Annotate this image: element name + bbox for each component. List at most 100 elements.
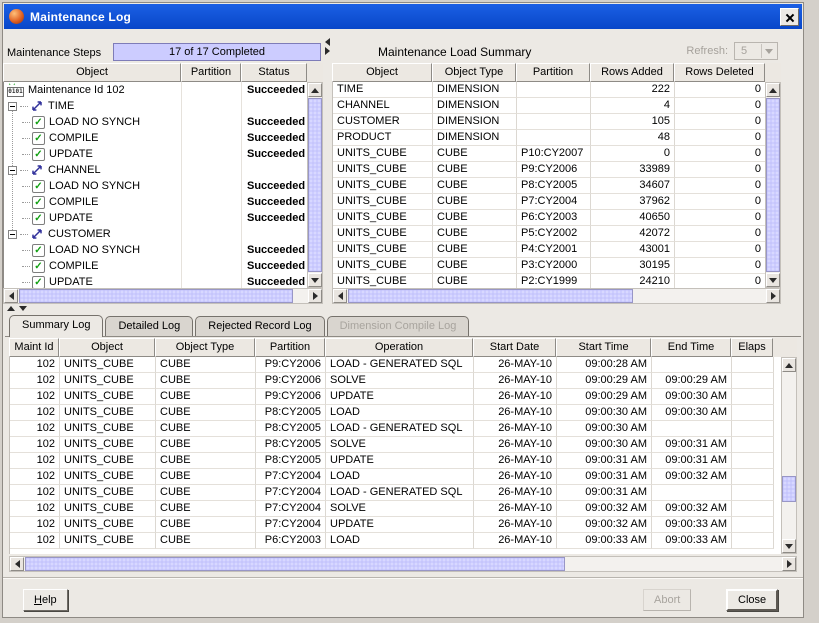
summary-table-row[interactable]: UNITS_CUBECUBEP9:CY2006339890 bbox=[333, 162, 765, 178]
cell bbox=[732, 533, 774, 549]
scroll-up-icon[interactable] bbox=[308, 83, 322, 97]
scrollbar-thumb[interactable] bbox=[766, 98, 780, 272]
summary-table-row[interactable]: UNITS_CUBECUBEP8:CY2005346070 bbox=[333, 178, 765, 194]
tree-row-customer[interactable]: CUSTOMER bbox=[4, 226, 307, 242]
splitter-collapse-up-icon[interactable] bbox=[7, 306, 15, 311]
column-header-maint-id[interactable]: Maint Id bbox=[9, 338, 59, 357]
log-table-row[interactable]: 102UNITS_CUBECUBEP8:CY2005LOAD26-MAY-100… bbox=[10, 405, 781, 421]
scrollbar-thumb[interactable] bbox=[308, 98, 322, 272]
column-header-end-time[interactable]: End Time bbox=[651, 338, 731, 357]
log-table-row[interactable]: 102UNITS_CUBECUBEP7:CY2004UPDATE26-MAY-1… bbox=[10, 517, 781, 533]
tab-rejected-record-log[interactable]: Rejected Record Log bbox=[195, 316, 324, 337]
tree-connector bbox=[22, 138, 30, 139]
column-header-object-type[interactable]: Object Type bbox=[155, 338, 255, 357]
scroll-right-icon[interactable] bbox=[782, 557, 796, 571]
summary-table-row[interactable]: CHANNELDIMENSION40 bbox=[333, 98, 765, 114]
tree-row-update[interactable]: ✓UPDATESucceeded bbox=[4, 210, 307, 226]
cell bbox=[732, 485, 774, 501]
column-header-partition[interactable]: Partition bbox=[516, 63, 590, 82]
tree-row-load-no-synch[interactable]: ✓LOAD NO SYNCHSucceeded bbox=[4, 242, 307, 258]
scroll-right-icon[interactable] bbox=[308, 289, 322, 303]
tree-row-compile[interactable]: ✓COMPILESucceeded bbox=[4, 194, 307, 210]
help-button[interactable]: Help bbox=[23, 589, 68, 611]
log-vertical-scrollbar[interactable] bbox=[781, 357, 797, 554]
cell: 09:00:31 AM bbox=[557, 485, 652, 501]
scrollbar-thumb[interactable] bbox=[348, 289, 633, 303]
horizontal-splitter[interactable] bbox=[5, 305, 803, 314]
summary-table-row[interactable]: PRODUCTDIMENSION480 bbox=[333, 130, 765, 146]
tree-horizontal-scrollbar[interactable] bbox=[3, 288, 323, 304]
summary-table-row[interactable]: UNITS_CUBECUBEP10:CY200700 bbox=[333, 146, 765, 162]
summary-table-row[interactable]: UNITS_CUBECUBEP5:CY2002420720 bbox=[333, 226, 765, 242]
cell: 26-MAY-10 bbox=[474, 357, 557, 373]
summary-table-row[interactable]: CUSTOMERDIMENSION1050 bbox=[333, 114, 765, 130]
tree-row-load-no-synch[interactable]: ✓LOAD NO SYNCHSucceeded bbox=[4, 114, 307, 130]
close-icon[interactable] bbox=[780, 8, 799, 26]
tab-summary-log[interactable]: Summary Log bbox=[9, 315, 103, 337]
column-header-object[interactable]: Object bbox=[59, 338, 155, 357]
log-table-row[interactable]: 102UNITS_CUBECUBEP9:CY2006SOLVE26-MAY-10… bbox=[10, 373, 781, 389]
scrollbar-thumb[interactable] bbox=[25, 557, 565, 571]
log-table-row[interactable]: 102UNITS_CUBECUBEP9:CY2006UPDATE26-MAY-1… bbox=[10, 389, 781, 405]
tree-expander[interactable] bbox=[8, 230, 17, 239]
column-header-rows-deleted[interactable]: Rows Deleted bbox=[674, 63, 765, 82]
tree-row-compile[interactable]: ✓COMPILESucceeded bbox=[4, 258, 307, 274]
log-table-row[interactable]: 102UNITS_CUBECUBEP7:CY2004LOAD26-MAY-100… bbox=[10, 469, 781, 485]
splitter-collapse-left-icon[interactable] bbox=[325, 38, 330, 46]
log-horizontal-scrollbar[interactable] bbox=[9, 556, 797, 572]
log-table-row[interactable]: 102UNITS_CUBECUBEP8:CY2005LOAD - GENERAT… bbox=[10, 421, 781, 437]
splitter-collapse-right-icon[interactable] bbox=[325, 47, 330, 55]
scroll-up-icon[interactable] bbox=[782, 358, 796, 372]
column-header-object[interactable]: Object bbox=[3, 63, 181, 82]
log-table-row[interactable]: 102UNITS_CUBECUBEP6:CY2003LOAD26-MAY-100… bbox=[10, 533, 781, 549]
scrollbar-thumb[interactable] bbox=[19, 289, 293, 303]
scroll-down-icon[interactable] bbox=[782, 539, 796, 553]
column-header-operation[interactable]: Operation bbox=[325, 338, 473, 357]
column-header-start-time[interactable]: Start Time bbox=[556, 338, 651, 357]
column-header-elaps[interactable]: Elaps bbox=[731, 338, 773, 357]
close-button[interactable]: Close bbox=[726, 589, 778, 611]
log-table-row[interactable]: 102UNITS_CUBECUBEP9:CY2006LOAD - GENERAT… bbox=[10, 357, 781, 373]
summary-table-row[interactable]: UNITS_CUBECUBEP3:CY2000301950 bbox=[333, 258, 765, 274]
tree-row-channel[interactable]: CHANNEL bbox=[4, 162, 307, 178]
scroll-left-icon[interactable] bbox=[4, 289, 18, 303]
scroll-down-icon[interactable] bbox=[308, 273, 322, 287]
tree-row-compile[interactable]: ✓COMPILESucceeded bbox=[4, 130, 307, 146]
tree-expander[interactable] bbox=[8, 166, 17, 175]
column-header-partition[interactable]: Partition bbox=[181, 63, 241, 82]
column-header-object[interactable]: Object bbox=[332, 63, 432, 82]
scroll-right-icon[interactable] bbox=[766, 289, 780, 303]
log-table-row[interactable]: 102UNITS_CUBECUBEP8:CY2005UPDATE26-MAY-1… bbox=[10, 453, 781, 469]
tree-row-time[interactable]: TIME bbox=[4, 98, 307, 114]
log-table-row[interactable]: 102UNITS_CUBECUBEP7:CY2004LOAD - GENERAT… bbox=[10, 485, 781, 501]
column-header-partition[interactable]: Partition bbox=[255, 338, 325, 357]
splitter-collapse-down-icon[interactable] bbox=[19, 306, 27, 311]
column-header-status[interactable]: Status bbox=[241, 63, 307, 82]
summary-vertical-scrollbar[interactable] bbox=[765, 82, 781, 288]
scroll-left-icon[interactable] bbox=[333, 289, 347, 303]
log-table-row[interactable]: 102UNITS_CUBECUBEP7:CY2004SOLVE26-MAY-10… bbox=[10, 501, 781, 517]
summary-table-row[interactable]: TIMEDIMENSION2220 bbox=[333, 82, 765, 98]
scrollbar-thumb[interactable] bbox=[782, 476, 796, 502]
scroll-left-icon[interactable] bbox=[10, 557, 24, 571]
summary-table-row[interactable]: UNITS_CUBECUBEP6:CY2003406500 bbox=[333, 210, 765, 226]
tree-row-update[interactable]: ✓UPDATESucceeded bbox=[4, 274, 307, 288]
scroll-down-icon[interactable] bbox=[766, 273, 780, 287]
title-bar[interactable]: Maintenance Log bbox=[4, 4, 802, 29]
scroll-up-icon[interactable] bbox=[766, 83, 780, 97]
column-header-object-type[interactable]: Object Type bbox=[432, 63, 516, 82]
tree-expander[interactable] bbox=[8, 102, 17, 111]
log-table-row[interactable]: 102UNITS_CUBECUBEP8:CY2005SOLVE26-MAY-10… bbox=[10, 437, 781, 453]
tab-detailed-log[interactable]: Detailed Log bbox=[105, 316, 193, 337]
column-header-rows-added[interactable]: Rows Added bbox=[590, 63, 674, 82]
vertical-splitter[interactable] bbox=[323, 37, 332, 304]
column-header-start-date[interactable]: Start Date bbox=[473, 338, 556, 357]
tree-vertical-scrollbar[interactable] bbox=[307, 82, 323, 288]
tree-row-update[interactable]: ✓UPDATESucceeded bbox=[4, 146, 307, 162]
tree-row-maintenance-id-102[interactable]: ↓↓0101Maintenance Id 102Succeeded bbox=[4, 82, 307, 98]
summary-table-row[interactable]: UNITS_CUBECUBEP7:CY2004379620 bbox=[333, 194, 765, 210]
tree-row-load-no-synch[interactable]: ✓LOAD NO SYNCHSucceeded bbox=[4, 178, 307, 194]
summary-table-row[interactable]: UNITS_CUBECUBEP4:CY2001430010 bbox=[333, 242, 765, 258]
summary-table-row[interactable]: UNITS_CUBECUBEP2:CY1999242100 bbox=[333, 274, 765, 288]
summary-horizontal-scrollbar[interactable] bbox=[332, 288, 781, 304]
